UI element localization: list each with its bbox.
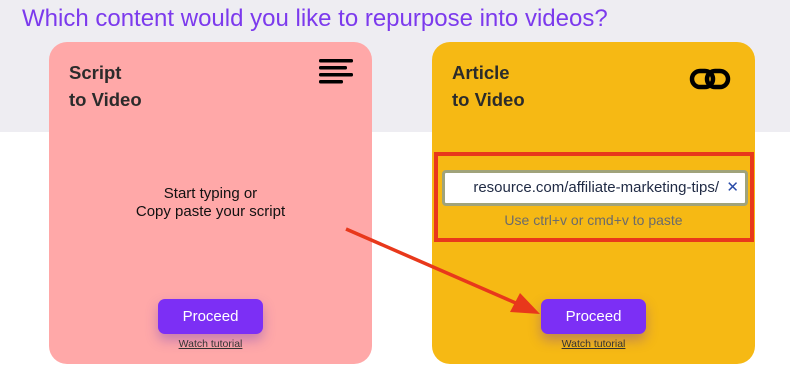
article-watch-tutorial-link[interactable]: Watch tutorial (432, 338, 755, 350)
article-card-title-line1: Article (452, 62, 510, 83)
script-input-hint[interactable]: Start typing or Copy paste your script (49, 185, 372, 221)
article-to-video-card[interactable]: Article to Video resource.com/affiliate-… (432, 42, 755, 364)
paste-hint: Use ctrl+v or cmd+v to paste (504, 212, 683, 228)
script-hint-line2: Copy paste your script (135, 203, 286, 220)
article-url-input[interactable]: resource.com/affiliate-marketing-tips/ ✕ (442, 170, 748, 206)
script-hint-line1: Start typing or (163, 185, 258, 202)
menu-lines-icon (319, 59, 353, 84)
article-card-title: Article to Video (452, 59, 525, 113)
page-title: Which content would you like to repurpos… (22, 5, 608, 32)
article-proceed-button[interactable]: Proceed (541, 299, 646, 334)
script-card-title-line2: to Video (69, 89, 142, 110)
article-card-title-line2: to Video (452, 89, 525, 110)
script-to-video-card[interactable]: Script to Video Start typing or Copy pas… (49, 42, 372, 364)
script-watch-tutorial-link[interactable]: Watch tutorial (49, 338, 372, 350)
script-proceed-button[interactable]: Proceed (158, 299, 263, 334)
script-card-title: Script to Video (69, 59, 142, 113)
script-card-title-line1: Script (69, 62, 122, 83)
link-icon (689, 68, 731, 90)
clear-url-icon[interactable]: ✕ (726, 173, 739, 203)
article-url-value: resource.com/affiliate-marketing-tips/ (473, 179, 719, 196)
